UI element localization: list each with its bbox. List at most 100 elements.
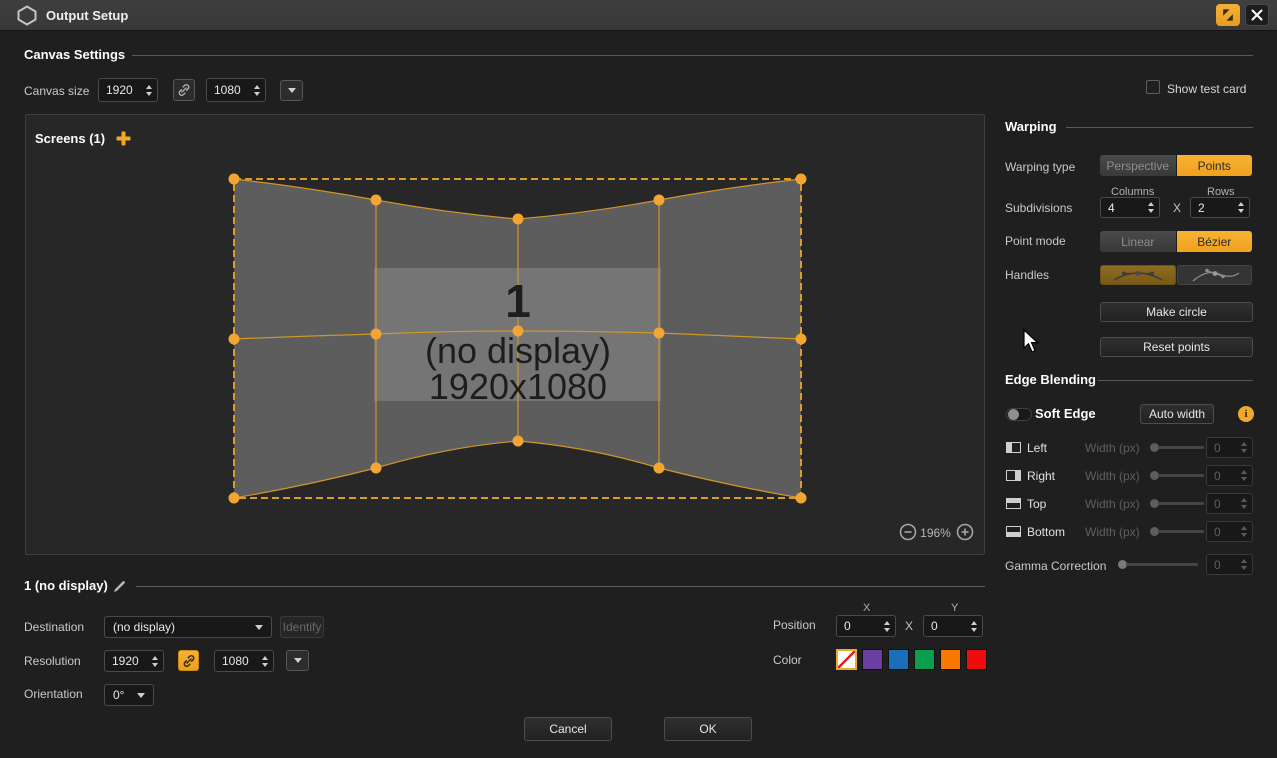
edge-left-label: Left: [1027, 441, 1047, 455]
spinner-arrows[interactable]: [1234, 202, 1249, 213]
handles-label: Handles: [1005, 268, 1049, 282]
warping-type-toggle: Perspective Points: [1100, 155, 1252, 176]
canvas-size-link-button[interactable]: [173, 79, 195, 101]
resolution-label: Resolution: [24, 654, 81, 668]
toggle-knob: [1008, 409, 1019, 420]
subdivisions-columns-spinner[interactable]: 4: [1100, 197, 1160, 218]
subdivisions-x-separator: X: [1173, 201, 1181, 215]
edge-left-width-spinner[interactable]: 0: [1206, 437, 1253, 458]
edge-bottom-label: Bottom: [1027, 525, 1065, 539]
show-test-card-label: Show test card: [1167, 82, 1246, 96]
edge-right-width-spinner[interactable]: 0: [1206, 465, 1253, 486]
spinner-arrows[interactable]: [1144, 202, 1159, 213]
color-swatch-purple[interactable]: [862, 649, 883, 670]
link-icon: [177, 83, 191, 97]
divider: [132, 55, 1253, 56]
edge-right-width-slider[interactable]: [1150, 471, 1204, 480]
edge-bottom-width-slider[interactable]: [1150, 527, 1204, 536]
resolution-link-button[interactable]: [178, 650, 199, 671]
color-swatch-red[interactable]: [966, 649, 987, 670]
position-label: Position: [773, 618, 816, 632]
point-mode-bezier[interactable]: Bézier: [1177, 231, 1253, 252]
position-x-spinner[interactable]: 0: [836, 615, 896, 637]
edge-top-width-spinner[interactable]: 0: [1206, 493, 1253, 514]
reset-points-button[interactable]: Reset points: [1100, 337, 1253, 357]
handles-symmetric-button[interactable]: [1100, 265, 1176, 285]
spinner-arrows[interactable]: [250, 85, 265, 96]
chevron-down-icon: [137, 693, 145, 698]
position-y-spinner[interactable]: 0: [923, 615, 983, 637]
color-swatch-orange[interactable]: [940, 649, 961, 670]
edge-blending-header: Edge Blending: [1005, 372, 1096, 387]
resolution-height-spinner[interactable]: 1080: [214, 650, 274, 672]
canvas-width-spinner[interactable]: 1920: [98, 78, 158, 102]
color-swatch-blue[interactable]: [888, 649, 909, 670]
chevron-down-icon: [288, 88, 296, 93]
show-test-card-checkbox[interactable]: [1146, 80, 1160, 94]
restore-window-button[interactable]: [1216, 4, 1240, 26]
edge-bottom-width-spinner[interactable]: 0: [1206, 521, 1253, 542]
columns-value: 4: [1101, 201, 1144, 215]
warping-type-label: Warping type: [1005, 160, 1075, 174]
gamma-correction-slider[interactable]: [1118, 560, 1198, 569]
position-x-column-label: X: [863, 602, 870, 614]
canvas-height-spinner[interactable]: 1080: [206, 78, 266, 102]
canvas-height-value: 1080: [207, 83, 250, 97]
soft-edge-toggle[interactable]: [1006, 408, 1032, 421]
output-setup-window: Output Setup Canvas Settings Canvas size…: [0, 0, 1277, 758]
ok-button[interactable]: OK: [664, 717, 752, 741]
asymmetric-handle-icon: [1187, 268, 1243, 282]
destination-label: Destination: [24, 620, 84, 634]
make-circle-button[interactable]: Make circle: [1100, 302, 1253, 322]
position-x-separator: X: [905, 619, 913, 633]
resolution-presets-dropdown[interactable]: [286, 650, 309, 671]
position-y-column-label: Y: [951, 602, 958, 614]
edge-top-icon: [1006, 498, 1021, 509]
edge-left-icon: [1006, 442, 1021, 453]
subdivisions-rows-spinner[interactable]: 2: [1190, 197, 1250, 218]
auto-width-button[interactable]: Auto width: [1140, 404, 1214, 424]
chevron-down-icon: [294, 658, 302, 663]
point-mode-linear[interactable]: Linear: [1100, 231, 1176, 252]
warping-type-points[interactable]: Points: [1177, 155, 1253, 176]
zoom-level: 196%: [919, 526, 952, 540]
cancel-button[interactable]: Cancel: [524, 717, 612, 741]
gamma-correction-spinner[interactable]: 0: [1206, 554, 1253, 575]
zoom-in-button[interactable]: [956, 523, 974, 541]
resolution-width-spinner[interactable]: 1920: [104, 650, 164, 672]
point-mode-toggle: Linear Bézier: [1100, 231, 1252, 252]
point-mode-label: Point mode: [1005, 234, 1066, 248]
info-icon[interactable]: [1238, 406, 1254, 422]
edge-left-width-slider[interactable]: [1150, 443, 1204, 452]
edge-bottom-width-label: Width (px): [1085, 525, 1140, 539]
edge-left-width-label: Width (px): [1085, 441, 1140, 455]
warping-type-perspective[interactable]: Perspective: [1100, 155, 1176, 176]
orientation-dropdown[interactable]: 0°: [104, 684, 154, 706]
edge-top-width-slider[interactable]: [1150, 499, 1204, 508]
app-logo-hexagon-icon: [17, 5, 37, 26]
close-icon: [1251, 9, 1263, 21]
edge-top-label: Top: [1027, 497, 1046, 511]
color-swatch-none[interactable]: [836, 649, 857, 670]
identify-button[interactable]: Identify: [280, 616, 324, 638]
canvas-size-presets-dropdown[interactable]: [280, 80, 303, 101]
gamma-correction-label: Gamma Correction: [1005, 559, 1106, 573]
chevron-down-icon: [255, 625, 263, 630]
link-icon: [182, 654, 196, 668]
close-button[interactable]: [1245, 4, 1269, 26]
color-swatch-green[interactable]: [914, 649, 935, 670]
divider: [136, 586, 985, 587]
handles-asymmetric-button[interactable]: [1177, 265, 1252, 285]
zoom-out-button[interactable]: [899, 523, 917, 541]
destination-dropdown[interactable]: (no display): [104, 616, 272, 638]
destination-value: (no display): [113, 620, 175, 634]
symmetric-handle-icon: [1110, 268, 1166, 282]
edge-right-label: Right: [1027, 469, 1055, 483]
edge-right-width-label: Width (px): [1085, 469, 1140, 483]
spinner-arrows[interactable]: [142, 85, 157, 96]
edit-pencil-icon[interactable]: [112, 579, 127, 594]
warp-preview[interactable]: 1 (no display) 1920x1080: [26, 115, 984, 554]
screens-preview-panel: Screens (1) 1 (no display: [25, 114, 985, 555]
divider: [1066, 127, 1253, 128]
screen-resolution-label: 1920x1080: [429, 366, 607, 407]
